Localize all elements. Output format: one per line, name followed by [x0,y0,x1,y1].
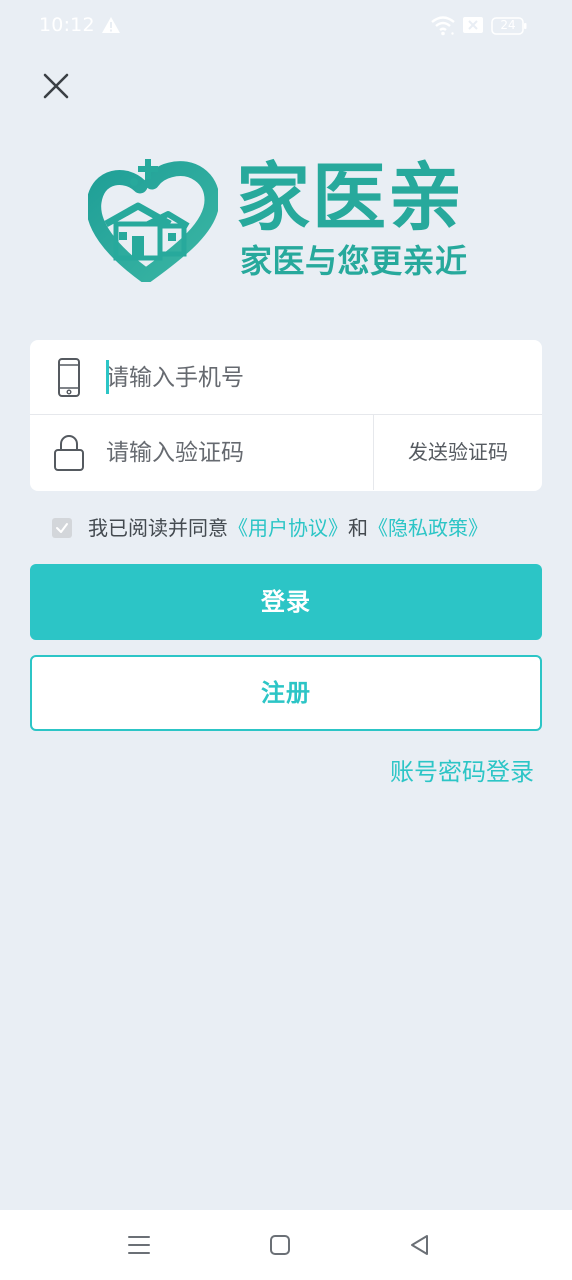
agreement-conjunction: 和 [348,516,368,540]
system-nav-bar [0,1210,572,1280]
agreement-text: 我已阅读并同意《用户协议》和《隐私政策》 [88,512,488,544]
app-logo-title: 家医亲 [236,155,464,241]
password-login-link[interactable]: 账号密码登录 [390,754,534,790]
user-agreement-link[interactable]: 《用户协议》 [228,516,348,540]
sim-disabled-icon [463,17,483,33]
lock-icon [54,435,84,471]
login-form-card: 发送验证码 [30,340,542,491]
privacy-policy-link[interactable]: 《隐私政策》 [368,516,488,540]
battery-level: 24 [500,18,516,32]
status-bar: 10:12 24 [0,0,572,52]
text-cursor [106,360,109,394]
agreement-prefix: 我已阅读并同意 [88,516,228,540]
close-icon [43,73,69,99]
close-button[interactable] [38,68,74,104]
phone-input[interactable] [106,354,526,402]
back-icon[interactable] [405,1230,435,1260]
agreement-checkbox[interactable] [52,518,72,538]
register-button[interactable]: 注册 [30,655,542,731]
phone-icon [58,358,80,397]
home-icon[interactable] [265,1230,295,1260]
phone-row [30,340,542,415]
code-row: 发送验证码 [30,415,542,490]
check-icon [56,523,68,533]
app-slogan: 家医与您更亲近 [240,242,468,280]
wifi-icon [431,16,455,36]
send-code-button[interactable]: 发送验证码 [374,415,542,490]
verification-code-input[interactable] [106,429,366,477]
login-button[interactable]: 登录 [30,564,542,640]
heart-house-icon [88,159,218,282]
menu-icon[interactable] [124,1230,154,1260]
warning-icon [102,17,120,33]
status-time: 10:12 [39,14,95,36]
